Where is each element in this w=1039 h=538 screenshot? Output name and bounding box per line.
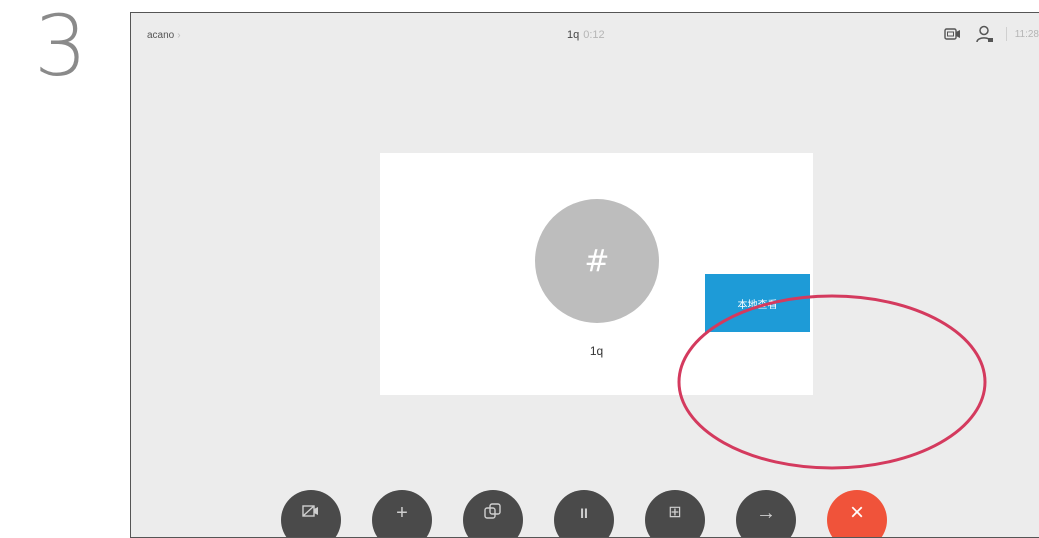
share-screen-icon bbox=[484, 502, 502, 524]
keypad-button[interactable]: ⊞ bbox=[645, 490, 705, 537]
call-name: 1q bbox=[567, 29, 580, 41]
camera-off-icon bbox=[302, 504, 320, 523]
call-duration: 0:12 bbox=[583, 29, 605, 41]
local-view-button[interactable]: 本地查看 bbox=[705, 274, 810, 332]
clock: 11:28 bbox=[1014, 28, 1039, 40]
call-toolbar: + II ⊞ → × bbox=[281, 490, 887, 537]
participant-icon[interactable] bbox=[975, 25, 994, 43]
end-call-button[interactable]: × bbox=[827, 490, 887, 537]
add-icon: + bbox=[396, 502, 408, 524]
divider bbox=[1005, 27, 1007, 41]
end-call-icon: × bbox=[849, 499, 864, 526]
camera-icon[interactable] bbox=[944, 27, 962, 41]
call-title: 1q 0:12 bbox=[567, 29, 605, 41]
transfer-icon: → bbox=[756, 502, 776, 524]
add-participant-button[interactable]: + bbox=[372, 490, 432, 537]
top-bar: acano › 1q 0:12 11:28 bbox=[131, 13, 1039, 53]
transfer-button[interactable]: → bbox=[736, 490, 796, 537]
chevron-right-icon: › bbox=[177, 30, 181, 41]
avatar: # bbox=[535, 199, 659, 323]
status-area: 11:28 bbox=[944, 25, 1039, 43]
call-screen: acano › 1q 0:12 11:28 # 1q 本地查看 + II ⊞ →… bbox=[130, 12, 1039, 538]
share-screen-button[interactable] bbox=[463, 490, 523, 537]
pause-icon: II bbox=[580, 505, 588, 521]
breadcrumb-label: acano bbox=[147, 30, 175, 41]
camera-off-button[interactable] bbox=[281, 490, 341, 537]
step-number: 3 bbox=[34, 0, 88, 95]
keypad-icon: ⊞ bbox=[668, 504, 682, 521]
hold-button[interactable]: II bbox=[554, 490, 614, 537]
breadcrumb[interactable]: acano › bbox=[147, 30, 181, 41]
card-name: 1q bbox=[589, 344, 604, 358]
